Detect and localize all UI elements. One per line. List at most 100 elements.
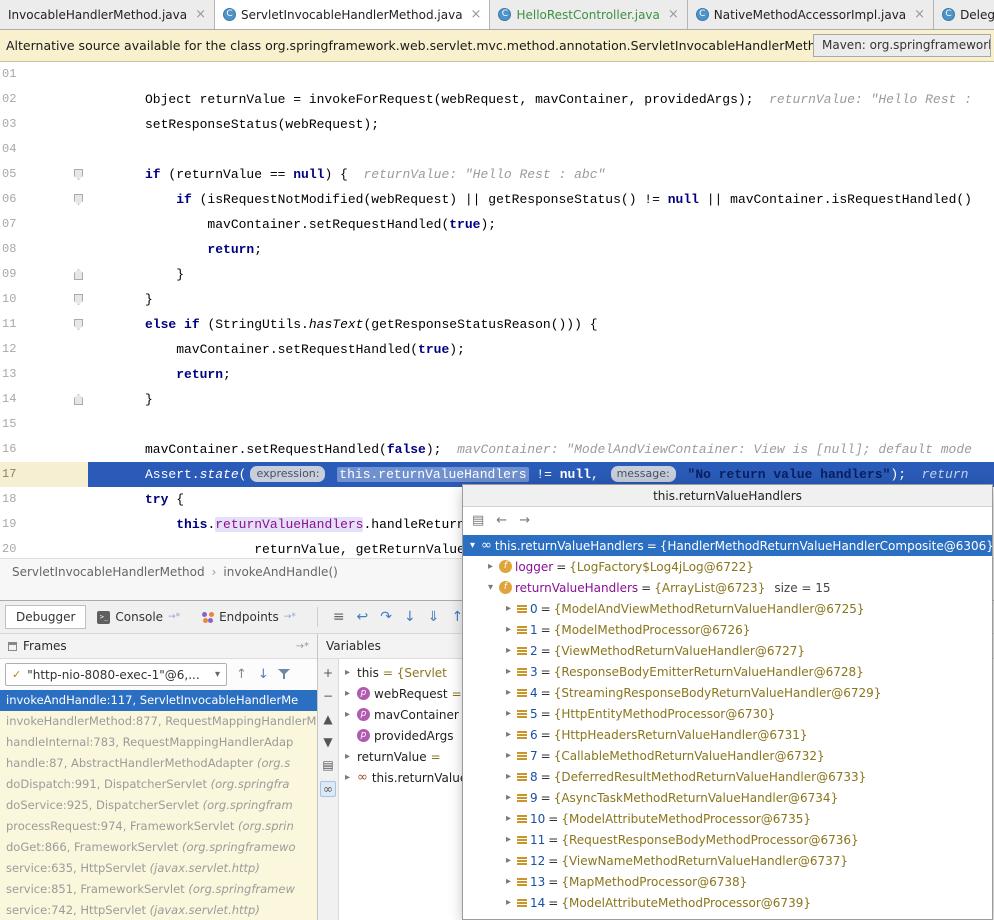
move-watch-up-icon[interactable]: ▲ <box>323 712 332 726</box>
popup-tree-row[interactable]: ▸8={DeferredResultMethodReturnValueHandl… <box>463 766 992 787</box>
popup-tree-row[interactable]: ▸4={StreamingResponseBodyReturnValueHand… <box>463 682 992 703</box>
popup-tree-row[interactable]: ▸1={ModelMethodProcessor@6726} <box>463 619 992 640</box>
popup-tree-row[interactable]: ▸flogger={LogFactory$Log4jLog@6722} <box>463 556 992 577</box>
chevron-down-icon[interactable]: ▾ <box>485 582 496 593</box>
chevron-right-icon[interactable]: ▸ <box>503 624 514 635</box>
code-line[interactable]: 02Object returnValue = invokeForRequest(… <box>0 87 994 112</box>
tab-console[interactable]: >_ Console →* <box>86 605 191 629</box>
hide-library-frames-filter-icon[interactable] <box>278 669 290 680</box>
stack-frame-row[interactable]: service:635, HttpServlet (javax.servlet.… <box>0 858 317 879</box>
chevron-right-icon[interactable]: ▸ <box>342 709 353 720</box>
popup-tree-row[interactable]: ▸0={ModelAndViewMethodReturnValueHandler… <box>463 598 992 619</box>
popup-tree-row[interactable]: ▸13={MapMethodProcessor@6738} <box>463 871 992 892</box>
close-icon[interactable]: × <box>668 7 679 22</box>
chevron-right-icon[interactable]: ▸ <box>342 688 353 699</box>
stack-frame-row[interactable]: doDispatch:991, DispatcherServlet (org.s… <box>0 774 317 795</box>
code-line[interactable]: 09 } <box>0 262 994 287</box>
stack-frame-row[interactable]: invokeHandlerMethod:877, RequestMappingH… <box>0 711 317 732</box>
remove-watch-icon[interactable]: − <box>323 689 333 703</box>
chevron-right-icon[interactable]: ▸ <box>503 729 514 740</box>
popup-tree-row[interactable]: ▸10={ModelAttributeMethodProcessor@6735} <box>463 808 992 829</box>
editor-tab[interactable]: CDelegatingMethodAccessorImpl.java× <box>934 0 994 29</box>
stack-frame-row[interactable]: doService:925, DispatcherServlet (org.sp… <box>0 795 317 816</box>
show-execution-point-icon[interactable]: ↩ <box>352 609 374 625</box>
popup-tree-row[interactable]: ▸2={ViewMethodReturnValueHandler@6727} <box>463 640 992 661</box>
fold-marker-icon[interactable] <box>74 394 83 405</box>
banner-maven-button[interactable]: Maven: org.springframework:spr <box>813 34 991 57</box>
chevron-right-icon[interactable]: ▸ <box>503 876 514 887</box>
previous-frame-icon[interactable]: ↑ <box>234 667 249 682</box>
chevron-right-icon[interactable]: ▸ <box>503 603 514 614</box>
editor-tab[interactable]: InvocableHandlerMethod.java× <box>0 0 215 29</box>
code-line[interactable]: 08 return; <box>0 237 994 262</box>
thread-selector[interactable]: ✓ "http-nio-8080-exec-1"@6,... ▾ <box>5 663 227 686</box>
fold-marker-icon[interactable] <box>74 269 83 280</box>
code-line[interactable]: 10} <box>0 287 994 312</box>
popup-tree-row[interactable]: ▸3={ResponseBodyEmitterReturnValueHandle… <box>463 661 992 682</box>
stack-frame-row[interactable]: handle:87, AbstractHandlerMethodAdapter … <box>0 753 317 774</box>
stack-frame-row[interactable]: handleInternal:783, RequestMappingHandle… <box>0 732 317 753</box>
fold-marker-icon[interactable] <box>74 319 83 330</box>
tab-debugger[interactable]: Debugger <box>5 605 86 629</box>
breadcrumb-class[interactable]: ServletInvocableHandlerMethod <box>12 565 205 579</box>
stack-frame-row[interactable]: invokeAndHandle:117, ServletInvocableHan… <box>0 690 317 711</box>
popup-tree-row[interactable]: ▸14={ModelAttributeMethodProcessor@6739} <box>463 892 992 913</box>
popup-tree-row[interactable]: ▸6={HttpHeadersReturnValueHandler@6731} <box>463 724 992 745</box>
stack-frame-row[interactable]: processRequest:974, FrameworkServlet (or… <box>0 816 317 837</box>
editor-tab[interactable]: CServletInvocableHandlerMethod.java× <box>215 0 490 29</box>
menu-icon[interactable]: ≡ <box>328 609 350 625</box>
chevron-right-icon[interactable]: ▸ <box>485 561 496 572</box>
stack-frame-row[interactable]: doGet:866, FrameworkServlet (org.springf… <box>0 837 317 858</box>
copy-icon[interactable]: ▤ <box>322 758 333 772</box>
chevron-right-icon[interactable]: ▸ <box>503 750 514 761</box>
step-over-icon[interactable]: ↷ <box>375 609 397 625</box>
evaluate-watch-icon[interactable]: ∞ <box>320 781 336 797</box>
close-icon[interactable]: × <box>195 7 206 22</box>
fold-marker-icon[interactable] <box>74 194 83 205</box>
next-frame-icon[interactable]: ↓ <box>256 667 271 682</box>
chevron-right-icon[interactable]: ▸ <box>342 772 353 783</box>
popup-tree-row[interactable]: ▸12={ViewNameMethodReturnValueHandler@67… <box>463 850 992 871</box>
close-icon[interactable]: × <box>471 7 482 22</box>
chevron-right-icon[interactable]: ▸ <box>503 897 514 908</box>
code-line[interactable]: 14} <box>0 387 994 412</box>
chevron-right-icon[interactable]: ▸ <box>503 645 514 656</box>
stack-frame-row[interactable]: service:851, FrameworkServlet (org.sprin… <box>0 879 317 900</box>
code-line[interactable]: 01 <box>0 62 994 87</box>
close-icon[interactable]: × <box>914 7 925 22</box>
chevron-right-icon[interactable]: ▸ <box>503 666 514 677</box>
force-step-into-icon[interactable]: ⇓ <box>423 609 445 625</box>
code-line[interactable]: 03setResponseStatus(webRequest); <box>0 112 994 137</box>
code-line[interactable]: 15 <box>0 412 994 437</box>
fold-marker-icon[interactable] <box>74 294 83 305</box>
chevron-right-icon[interactable]: ▸ <box>503 792 514 803</box>
forward-icon[interactable]: → <box>519 513 530 528</box>
chevron-right-icon[interactable]: ▸ <box>503 834 514 845</box>
popup-tree-row[interactable]: ▾freturnValueHandlers={ArrayList@6723}si… <box>463 577 992 598</box>
popup-tree-row[interactable]: ▸5={HttpEntityMethodProcessor@6730} <box>463 703 992 724</box>
code-line[interactable]: 06 if (isRequestNotModified(webRequest) … <box>0 187 994 212</box>
code-line[interactable]: 04 <box>0 137 994 162</box>
code-line[interactable]: 05if (returnValue == null) { returnValue… <box>0 162 994 187</box>
step-into-icon[interactable]: ↓ <box>399 609 421 625</box>
move-watch-down-icon[interactable]: ▼ <box>323 735 332 749</box>
fold-marker-icon[interactable] <box>74 169 83 180</box>
popup-tree-row[interactable]: ▸7={CallableMethodReturnValueHandler@673… <box>463 745 992 766</box>
chevron-right-icon[interactable]: ▸ <box>503 687 514 698</box>
code-line[interactable]: 07 mavContainer.setRequestHandled(true); <box>0 212 994 237</box>
copy-value-icon[interactable]: ▤ <box>472 513 484 528</box>
tab-endpoints[interactable]: Endpoints →* <box>191 605 307 629</box>
editor-tab[interactable]: CHelloRestController.java× <box>490 0 687 29</box>
stack-frame-row[interactable]: service:742, HttpServlet (javax.servlet.… <box>0 900 317 920</box>
code-line[interactable]: 16mavContainer.setRequestHandled(false);… <box>0 437 994 462</box>
chevron-right-icon[interactable]: ▸ <box>503 708 514 719</box>
chevron-right-icon[interactable]: ▸ <box>503 813 514 824</box>
popup-tree-row[interactable]: ▾∞this.returnValueHandlers={HandlerMetho… <box>463 535 992 556</box>
chevron-right-icon[interactable]: ▸ <box>503 771 514 782</box>
chevron-right-icon[interactable]: ▸ <box>503 855 514 866</box>
chevron-right-icon[interactable]: ▸ <box>342 667 353 678</box>
breadcrumb-method[interactable]: invokeAndHandle() <box>223 565 337 579</box>
popup-tree-row[interactable]: ▸9={AsyncTaskMethodReturnValueHandler@67… <box>463 787 992 808</box>
code-line[interactable]: 13 return; <box>0 362 994 387</box>
popup-tree-row[interactable]: ▸11={RequestResponseBodyMethodProcessor@… <box>463 829 992 850</box>
